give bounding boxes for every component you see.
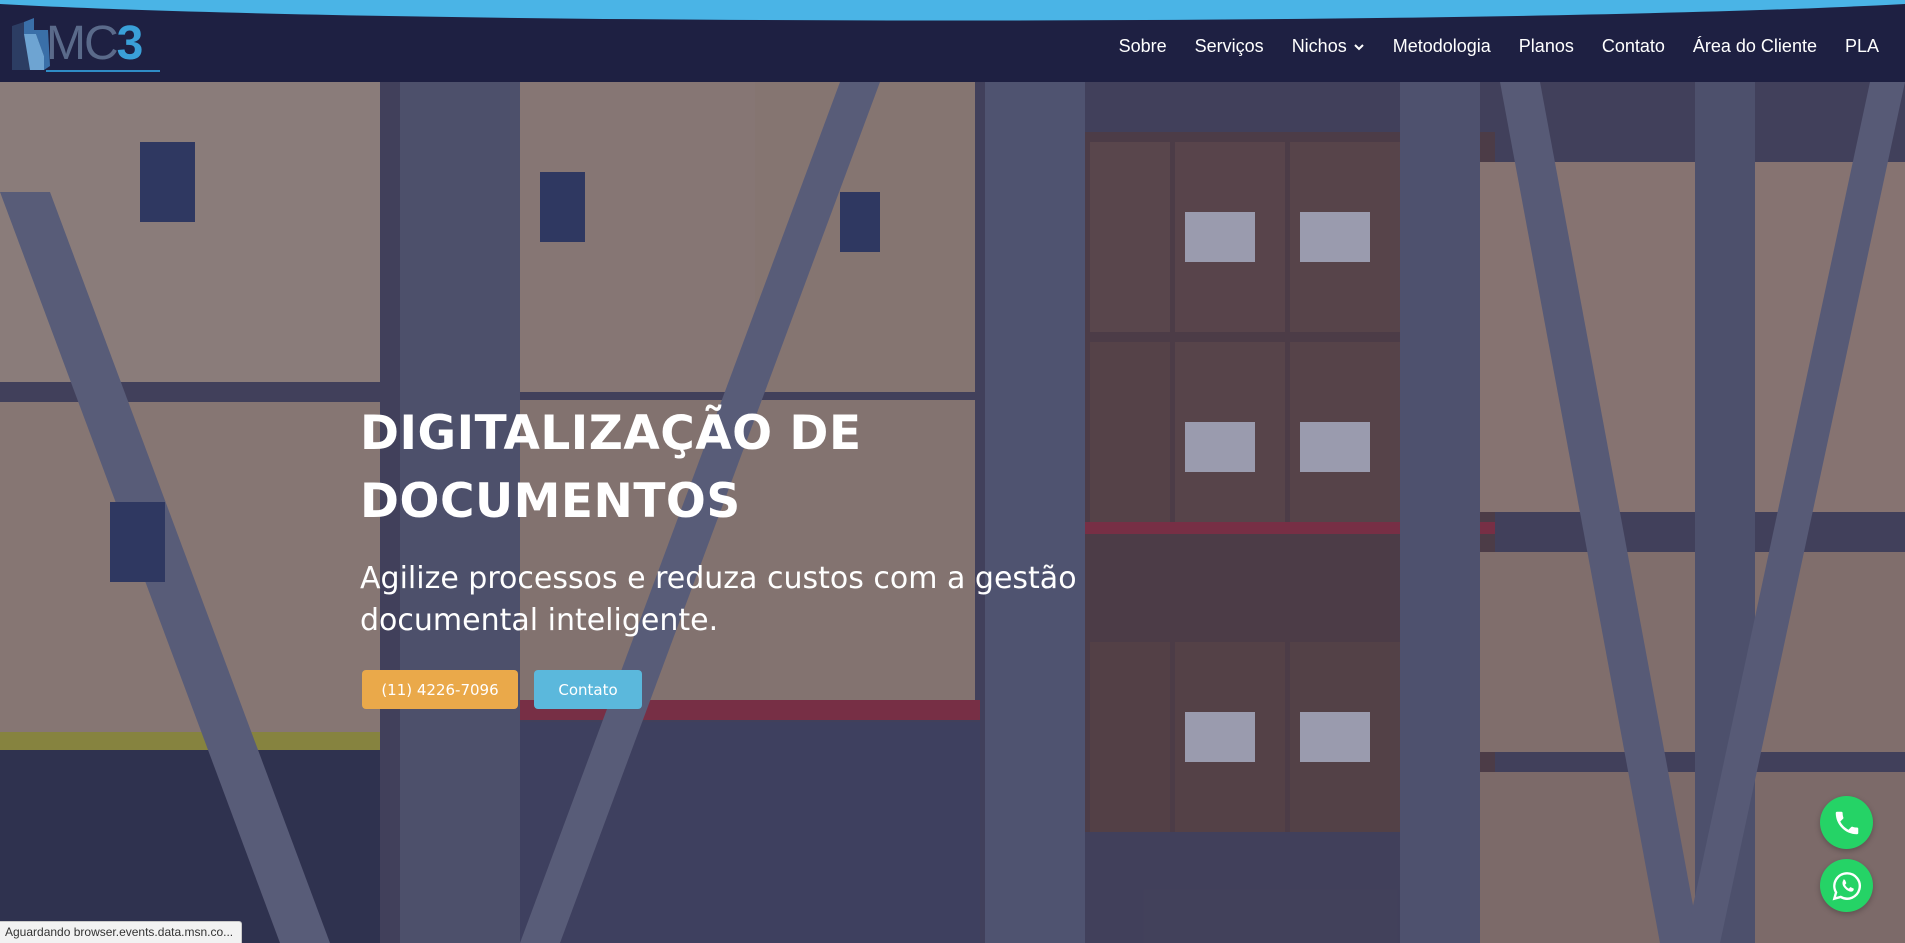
logo-underline <box>46 70 160 72</box>
browser-status-bar: Aguardando browser.events.data.msn.co... <box>0 921 243 943</box>
site-header: MC3 Sobre Serviços Nichos Metodologia Pl… <box>0 0 1905 82</box>
mc3-logo[interactable]: MC3 <box>10 14 160 74</box>
nav-item-metodologia[interactable]: Metodologia <box>1393 36 1491 57</box>
phone-button[interactable]: (11) 4226-7096 <box>362 670 518 709</box>
cta-row: (11) 4226-7096 Contato <box>360 670 1180 709</box>
nav-item-planos[interactable]: Planos <box>1519 36 1574 57</box>
floating-whatsapp-button[interactable] <box>1820 859 1873 912</box>
header-wave-decoration <box>0 0 1905 21</box>
hero-title-line-2: DOCUMENTOS <box>360 474 741 529</box>
nav-item-contato[interactable]: Contato <box>1602 36 1665 57</box>
logo-wordmark: MC3 <box>46 17 143 70</box>
nav-item-sobre[interactable]: Sobre <box>1119 36 1167 57</box>
whatsapp-icon <box>1832 871 1861 900</box>
phone-icon <box>1835 811 1858 834</box>
hero-subtitle-line-1: Agilize processos e reduza custos com a … <box>360 561 1077 596</box>
floating-phone-button[interactable] <box>1820 796 1873 849</box>
chevron-down-icon <box>1354 43 1364 50</box>
hero-title: DIGITALIZAÇÃO DE DOCUMENTOS <box>360 400 920 536</box>
main-nav: Sobre Serviços Nichos Metodologia Planos… <box>1091 36 1879 57</box>
nav-item-area-do-cliente[interactable]: Área do Cliente <box>1693 36 1817 57</box>
nav-item-nichos[interactable]: Nichos <box>1292 36 1365 57</box>
hero-subtitle-line-2: documental inteligente. <box>360 603 719 638</box>
hero-content: DIGITALIZAÇÃO DE DOCUMENTOS Agilize proc… <box>360 400 1180 709</box>
contact-button[interactable]: Contato <box>534 670 642 709</box>
hero-section: DIGITALIZAÇÃO DE DOCUMENTOS Agilize proc… <box>0 82 1905 943</box>
nav-item-pla[interactable]: PLA <box>1845 36 1879 57</box>
hero-title-line-1: DIGITALIZAÇÃO DE <box>360 406 862 461</box>
hero-subtitle: Agilize processos e reduza custos com a … <box>360 558 1160 642</box>
nav-item-servicos[interactable]: Serviços <box>1195 36 1264 57</box>
